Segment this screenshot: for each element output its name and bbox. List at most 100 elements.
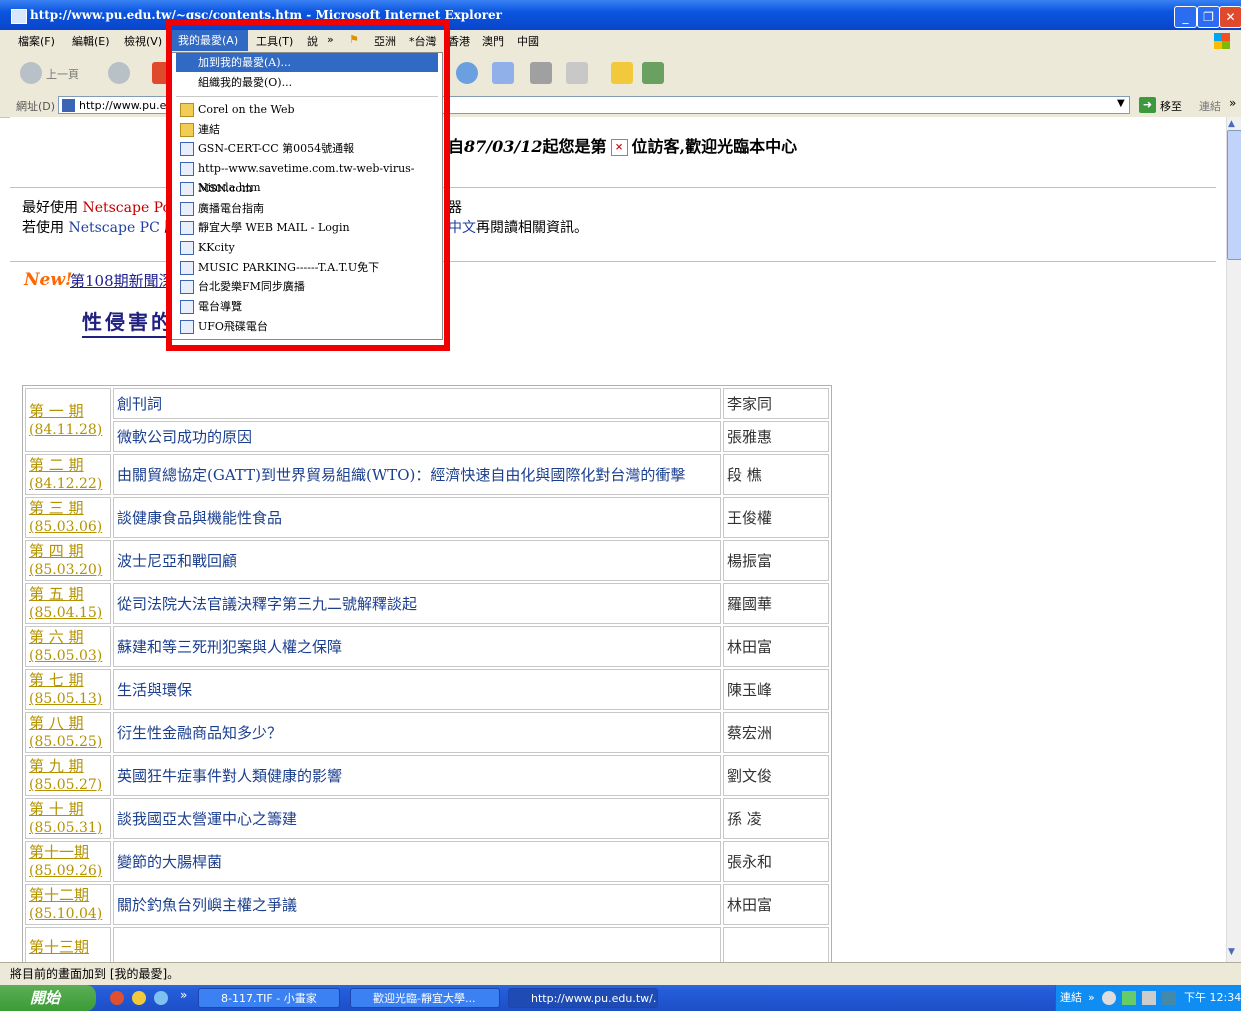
links-label[interactable]: 連結 [1199, 98, 1221, 114]
tray-chevron[interactable]: » [1088, 985, 1095, 1011]
tray-back-icon[interactable] [1102, 991, 1116, 1005]
menu-file[interactable]: 檔案(F) [18, 33, 55, 49]
scroll-down-icon[interactable]: ▼ [1228, 947, 1235, 957]
menu-view[interactable]: 檢視(V) [124, 33, 162, 49]
article-title[interactable]: 談健康食品與機能性食品 [113, 497, 721, 538]
link-macau[interactable]: 澳門 [482, 33, 504, 49]
quicklaunch-icon[interactable] [154, 991, 168, 1005]
article-title[interactable]: 衍生性金融商品知多少？ [113, 712, 721, 753]
taskbar-item-paint[interactable]: 8-117.TIF - 小畫家 [198, 988, 340, 1008]
issue-date-link[interactable]: (85.05.27) [29, 776, 107, 794]
article-author: 楊振富 [723, 540, 829, 581]
issue-date-link[interactable]: (85.09.26) [29, 862, 107, 880]
feature-title-link[interactable]: 性侵害的 [82, 306, 174, 338]
article-title[interactable]: 微軟公司成功的原因 [113, 421, 721, 452]
scroll-up-icon[interactable]: ▲ [1228, 119, 1235, 129]
issue-period-link[interactable]: 第 四 期 [29, 542, 107, 561]
print-icon[interactable] [530, 62, 552, 84]
issue-period-link[interactable]: 第 五 期 [29, 585, 107, 604]
ie-page-icon [62, 99, 75, 112]
article-author: 王俊權 [723, 497, 829, 538]
issue-date-link[interactable]: (85.03.20) [29, 561, 107, 579]
issue-period-link[interactable]: 第十一期 [29, 843, 107, 862]
quicklaunch-icon[interactable] [110, 991, 124, 1005]
article-title[interactable]: 由關貿總協定(GATT)到世界貿易組織(WTO)：經濟快速自由化與國際化對台灣的… [113, 454, 721, 495]
tray-volume-icon[interactable] [1142, 991, 1156, 1005]
tray-network-icon[interactable] [1122, 991, 1136, 1005]
tray-ime-icon[interactable] [1162, 991, 1176, 1005]
issue-date-link[interactable]: (85.05.25) [29, 733, 107, 751]
issues-table: 第 一 期 (84.11.28) 創刊詞 李家同 微軟公司成功的原因 張雅惠第 二 期 (8… [22, 385, 832, 962]
close-button[interactable]: ✕ [1219, 6, 1241, 28]
mail-icon[interactable] [492, 62, 514, 84]
table-row: 微軟公司成功的原因 張雅惠 [25, 421, 829, 452]
issue-period-link[interactable]: 第十三期 [29, 938, 107, 957]
messenger-icon[interactable] [642, 62, 664, 84]
issue-period-link[interactable]: 第 三 期 [29, 499, 107, 518]
go-arrow-icon[interactable]: ➜ [1139, 97, 1156, 113]
issue-period-link[interactable]: 第 八 期 [29, 714, 107, 733]
article-title[interactable]: 蘇建和等三死刑犯案與人權之保障 [113, 626, 721, 667]
link-hongkong[interactable]: 香港 [448, 33, 470, 49]
note2-suffix: 再閱讀相關資訊。 [476, 220, 588, 236]
table-row: 第 五 期 (85.04.15) 從司法院大法官議決釋字第三九二號解釋談起 羅國華 [25, 583, 829, 624]
issue-period-cell: 第 五 期 (85.04.15) [25, 583, 111, 624]
article-title[interactable]: 英國狂牛症事件對人類健康的影響 [113, 755, 721, 796]
issue-date-link[interactable]: (85.05.03) [29, 647, 107, 665]
tray-links[interactable]: 連結 [1060, 985, 1082, 1011]
edit-icon[interactable] [566, 62, 588, 84]
issue-date-link[interactable]: (85.10.04) [29, 905, 107, 923]
minimize-button[interactable]: _ [1174, 6, 1197, 28]
article-title[interactable]: 生活與環保 [113, 669, 721, 710]
start-button[interactable]: 開始 [0, 985, 96, 1011]
go-button[interactable]: 移至 [1160, 98, 1182, 114]
issue-period-link[interactable]: 第 七 期 [29, 671, 107, 690]
article-title[interactable]: 波士尼亞和戰回顧 [113, 540, 721, 581]
taskbar-item-ie[interactable]: http://www.pu.edu.tw/... [508, 988, 658, 1008]
quicklaunch-icon[interactable] [132, 991, 146, 1005]
issue-date-link[interactable]: (84.12.22) [29, 475, 107, 493]
issue-period-link[interactable]: 第 十 期 [29, 800, 107, 819]
scrollbar-thumb[interactable] [1227, 130, 1241, 260]
issue-period-cell: 第 二 期 (84.12.22) [25, 454, 111, 495]
issue-period-link[interactable]: 第 六 期 [29, 628, 107, 647]
table-row: 第 二 期 (84.12.22) 由關貿總協定(GATT)到世界貿易組織(WTO)：… [25, 454, 829, 495]
address-dropdown-icon[interactable]: ▼ [1117, 98, 1125, 109]
issue-period-cell: 第 七 期 (85.05.13) [25, 669, 111, 710]
issue-date-link[interactable]: (85.05.31) [29, 819, 107, 837]
news-issue-link[interactable]: 第108期新聞深 [70, 270, 174, 291]
issue-date-link[interactable]: (84.11.28) [29, 421, 107, 439]
article-title[interactable]: 關於釣魚台列嶼主權之爭議 [113, 884, 721, 925]
history-icon[interactable] [456, 62, 478, 84]
issue-period-link[interactable]: 第十二期 [29, 886, 107, 905]
article-author: 林田富 [723, 884, 829, 925]
clock: 下午 12:34 [1184, 991, 1241, 1004]
article-title[interactable]: 創刊詞 [113, 388, 721, 419]
menu-edit[interactable]: 編輯(E) [72, 33, 110, 49]
taskbar-item-welcome[interactable]: 歡迎光臨-靜宜大學... [350, 988, 500, 1008]
article-author: 段 樵 [723, 454, 829, 495]
links-chevron[interactable]: » [1229, 96, 1236, 110]
issue-period-link[interactable]: 第 一 期 [29, 402, 107, 421]
maximize-button[interactable]: ❐ [1197, 6, 1220, 28]
issue-period-link[interactable]: 第 二 期 [29, 456, 107, 475]
chinese-link[interactable]: 中文 [448, 220, 476, 236]
back-arrow-icon[interactable] [20, 62, 42, 84]
ie-page-icon [11, 9, 27, 24]
link-china[interactable]: 中國 [517, 33, 539, 49]
article-title[interactable] [113, 927, 721, 962]
article-title[interactable]: 從司法院大法官議決釋字第三九二號解釋談起 [113, 583, 721, 624]
issue-date-link[interactable]: (85.03.06) [29, 518, 107, 536]
issue-period-link[interactable]: 第 九 期 [29, 757, 107, 776]
article-title[interactable]: 變節的大腸桿菌 [113, 841, 721, 882]
forward-arrow-icon[interactable] [108, 62, 130, 84]
issue-date-link[interactable]: (85.05.13) [29, 690, 107, 708]
article-title[interactable]: 談我國亞太營運中心之籌建 [113, 798, 721, 839]
netscape-pc-link[interactable]: Netscape PC [68, 220, 159, 236]
issue-date-link[interactable]: (85.04.15) [29, 604, 107, 622]
system-tray: 連結 » 下午 12:34 [1055, 985, 1241, 1011]
table-row: 第 九 期 (85.05.27) 英國狂牛症事件對人類健康的影響 劉文俊 [25, 755, 829, 796]
back-button-label[interactable]: 上一頁 [46, 66, 79, 82]
notepad-icon[interactable] [611, 62, 633, 84]
quicklaunch-chevron[interactable]: » [180, 988, 187, 1002]
